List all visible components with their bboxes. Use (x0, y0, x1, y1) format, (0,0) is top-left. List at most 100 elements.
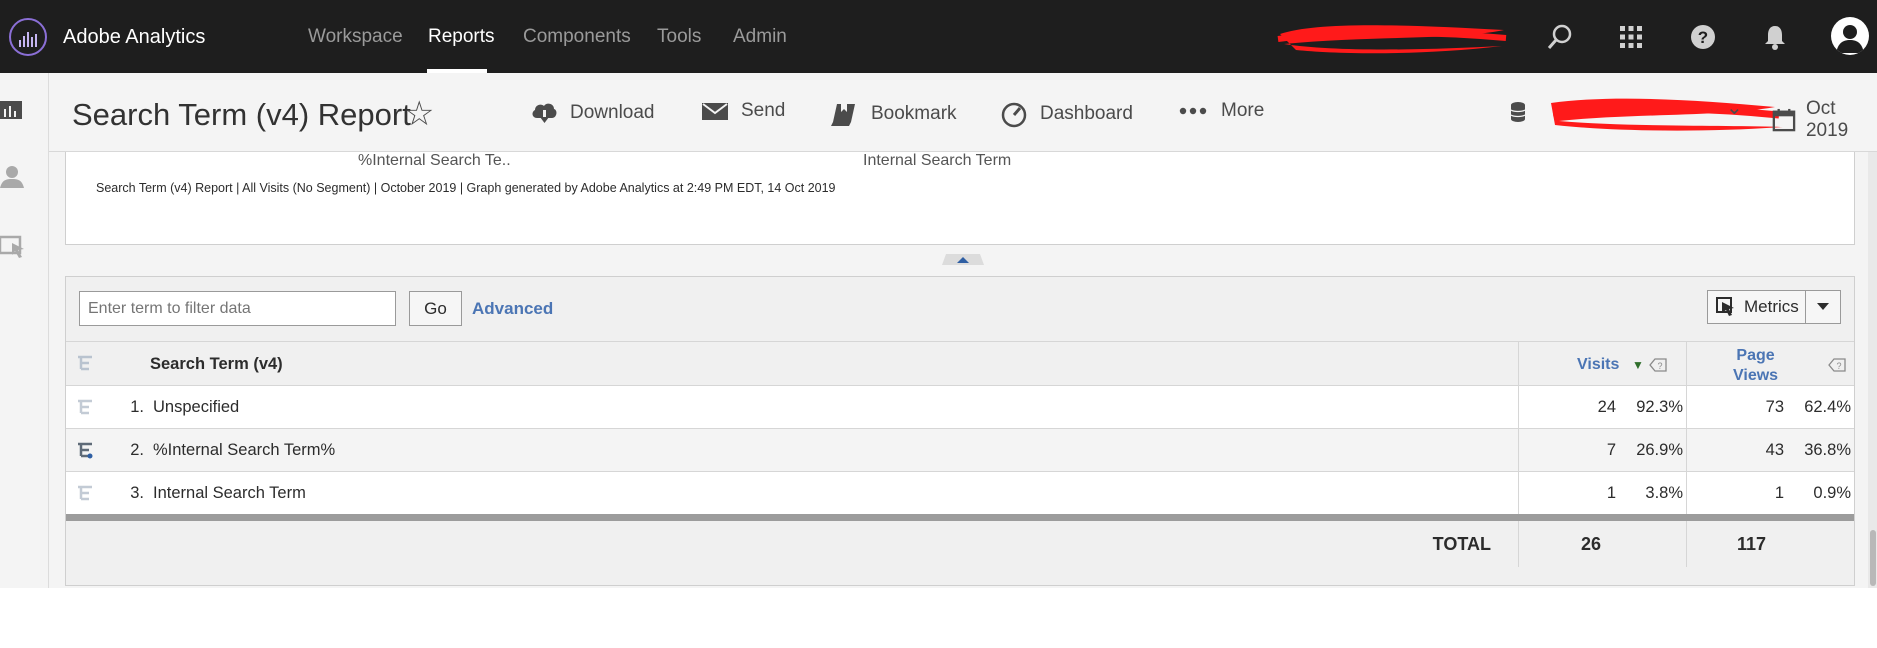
metrics-cursor-icon (1716, 297, 1734, 316)
report-suite-chevron-down-icon[interactable]: ⌄ (1726, 95, 1743, 120)
row-rank: 1. (130, 398, 144, 416)
dashboard-gauge-icon (1001, 102, 1027, 128)
notifications-bell-icon[interactable] (1760, 22, 1790, 52)
svg-text:?: ? (1836, 361, 1841, 371)
nav-tools[interactable]: Tools (657, 26, 701, 48)
dashboard-button[interactable]: Dashboard (1000, 100, 1133, 128)
total-page-views-cell: 117 (1687, 521, 1854, 567)
visits-header-cell[interactable]: Visits ▼ ? (1519, 342, 1687, 385)
apps-grid-icon[interactable] (1616, 22, 1646, 52)
collapse-graph-toggle[interactable] (938, 253, 988, 265)
dimension-cell: 1. Unspecified (66, 386, 1519, 428)
targeting-rail-icon[interactable] (0, 233, 28, 261)
users-rail-icon[interactable] (0, 164, 28, 192)
help-icon[interactable]: ? (1688, 22, 1718, 52)
metric-info-tag-icon[interactable]: ? (1649, 358, 1667, 372)
search-icon[interactable] (1545, 22, 1575, 52)
metrics-label: Metrics (1744, 297, 1799, 316)
visits-percent: 26.9% (1636, 441, 1683, 459)
metrics-main-button[interactable]: Metrics (1708, 291, 1806, 323)
breakdown-icon[interactable] (76, 399, 94, 417)
breakdown-icon[interactable] (76, 485, 94, 503)
data-table-panel: Go Advanced Metrics (65, 276, 1855, 586)
visits-value: 7 (1606, 441, 1616, 459)
row-item-name[interactable]: Internal Search Term (153, 484, 306, 503)
nav-admin[interactable]: Admin (733, 26, 787, 48)
metrics-button[interactable]: Metrics (1707, 290, 1841, 324)
page-views-header-line2: Views (1733, 367, 1779, 384)
date-range-picker[interactable]: Oct 2019 (1772, 98, 1877, 142)
nav-components[interactable]: Components (523, 26, 631, 48)
download-label: Download (570, 102, 655, 123)
adobe-analytics-logo[interactable] (9, 18, 47, 56)
calendar-icon (1772, 108, 1796, 132)
reports-rail-icon[interactable] (0, 97, 28, 125)
page-views-percent: 62.4% (1804, 398, 1851, 416)
dimension-cell: 2. %Internal Search Term% (66, 429, 1519, 471)
metric-info-tag-icon[interactable]: ? (1828, 358, 1846, 372)
analytics-logo-icon (19, 32, 37, 47)
graph-footer: Search Term (v4) Report | All Visits (No… (96, 181, 836, 195)
page-views-header-cell[interactable]: Page Views ? (1687, 342, 1854, 385)
total-label-cell: TOTAL (66, 521, 1519, 567)
report-table: Search Term (v4) Visits ▼ ? Page Views ?… (66, 341, 1854, 567)
row-item-name[interactable]: %Internal Search Term% (153, 441, 335, 460)
favorite-star-icon[interactable]: ☆ (404, 94, 434, 134)
bookmark-label: Bookmark (871, 103, 957, 124)
dimension-header-cell: Search Term (v4) (66, 342, 1519, 385)
nav-workspace[interactable]: Workspace (308, 26, 403, 48)
page-views-cell: 43 36.8% (1687, 429, 1854, 471)
go-button[interactable]: Go (409, 291, 462, 326)
user-avatar-icon[interactable] (1831, 17, 1869, 55)
redacted-company-selector[interactable] (1276, 20, 1508, 58)
breakdown-icon[interactable] (76, 355, 94, 373)
page-views-value: 1 (1774, 484, 1784, 502)
dimension-cell: 3. Internal Search Term (66, 472, 1519, 514)
table-row[interactable]: 3. Internal Search Term 1 3.8% 1 0.9% (66, 471, 1854, 514)
visits-cell: 1 3.8% (1519, 472, 1687, 514)
total-visits: 26 (1581, 534, 1602, 554)
more-button[interactable]: More (1179, 100, 1264, 122)
bookmark-icon (831, 104, 855, 126)
filter-input[interactable] (79, 291, 396, 326)
dashboard-label: Dashboard (1040, 103, 1133, 124)
table-row[interactable]: 1. Unspecified 24 92.3% 73 62.4% (66, 385, 1854, 428)
page-views-cell: 1 0.9% (1687, 472, 1854, 514)
page-scrollbar[interactable] (1868, 152, 1877, 588)
table-row[interactable]: 2. %Internal Search Term% 7 26.9% 43 36.… (66, 428, 1854, 471)
page-title: Search Term (v4) Report (72, 97, 411, 132)
report-suite-database-icon (1510, 102, 1526, 122)
row-item-name[interactable]: Unspecified (153, 398, 239, 417)
visits-percent: 92.3% (1636, 398, 1683, 416)
advanced-filter-link[interactable]: Advanced (472, 299, 553, 319)
visits-value: 1 (1606, 484, 1616, 502)
download-cloud-icon (532, 103, 557, 123)
page-views-value: 73 (1765, 398, 1784, 416)
total-page-views: 117 (1737, 534, 1767, 554)
nav-reports[interactable]: Reports (428, 26, 495, 48)
page-views-header-line1: Page (1736, 347, 1775, 364)
visits-cell: 24 92.3% (1519, 386, 1687, 428)
page-views-header[interactable]: Page Views (1733, 346, 1778, 386)
send-button[interactable]: Send (701, 100, 785, 122)
send-label: Send (741, 100, 786, 121)
more-dots-icon (1179, 107, 1207, 115)
graph-panel: %Internal Search Te.. Internal Search Te… (65, 152, 1855, 245)
left-rail (0, 73, 49, 588)
redacted-report-suite-selector[interactable] (1549, 93, 1784, 133)
visits-header[interactable]: Visits (1577, 356, 1619, 374)
metrics-dropdown-toggle[interactable] (1806, 291, 1840, 323)
app-name: Adobe Analytics (63, 26, 206, 48)
table-header-row: Search Term (v4) Visits ▼ ? Page Views ? (66, 341, 1854, 385)
svg-text:?: ? (1657, 361, 1662, 371)
dimension-header[interactable]: Search Term (v4) (150, 355, 283, 374)
row-rank: 2. (130, 441, 144, 459)
page-scrollbar-thumb[interactable] (1870, 530, 1876, 586)
breakdown-icon[interactable] (76, 442, 94, 460)
bookmark-button[interactable]: Bookmark (829, 100, 957, 128)
visits-value: 24 (1597, 398, 1616, 416)
global-nav-bar: Adobe Analytics Workspace Reports Compon… (0, 0, 1877, 73)
download-button[interactable]: Download (530, 100, 655, 126)
page-views-value: 43 (1765, 441, 1784, 459)
report-header: Search Term (v4) Report ☆ Download Send … (49, 73, 1877, 152)
